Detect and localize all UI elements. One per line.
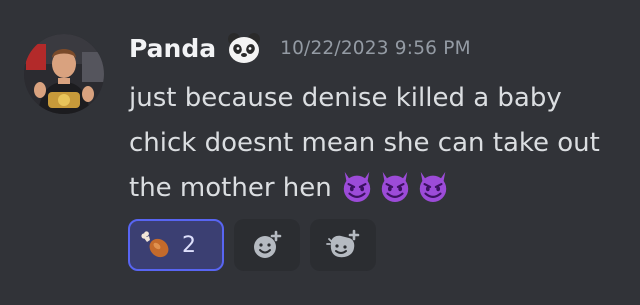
poultry-leg-icon: [141, 231, 169, 258]
emoji-group: [340, 169, 450, 203]
message-timestamp: 10/22/2023 9:56 PM: [280, 37, 471, 59]
add-super-reaction-icon: [326, 229, 360, 258]
chat-message: Panda 10/22/2023 9:56 PM just because de…: [0, 0, 640, 305]
reaction-poultry-leg[interactable]: 2: [128, 219, 224, 271]
smiling-imp-icon: [343, 171, 370, 203]
reactions-bar: 2: [128, 219, 376, 271]
add-super-reaction-button[interactable]: [310, 219, 376, 271]
add-reaction-button[interactable]: [234, 219, 300, 271]
message-content: just because denise killed a baby chick …: [129, 76, 629, 211]
add-reaction-icon: [254, 230, 282, 258]
smiling-imp-icon: [381, 171, 408, 203]
avatar[interactable]: [24, 34, 104, 114]
message-header: Panda 10/22/2023 9:56 PM: [129, 30, 471, 66]
avatar-image: [24, 34, 104, 114]
author-name[interactable]: Panda: [129, 34, 216, 63]
panda-face-icon: [226, 30, 262, 66]
smiling-imp-icon: [419, 171, 446, 203]
reaction-count: 2: [182, 232, 196, 258]
